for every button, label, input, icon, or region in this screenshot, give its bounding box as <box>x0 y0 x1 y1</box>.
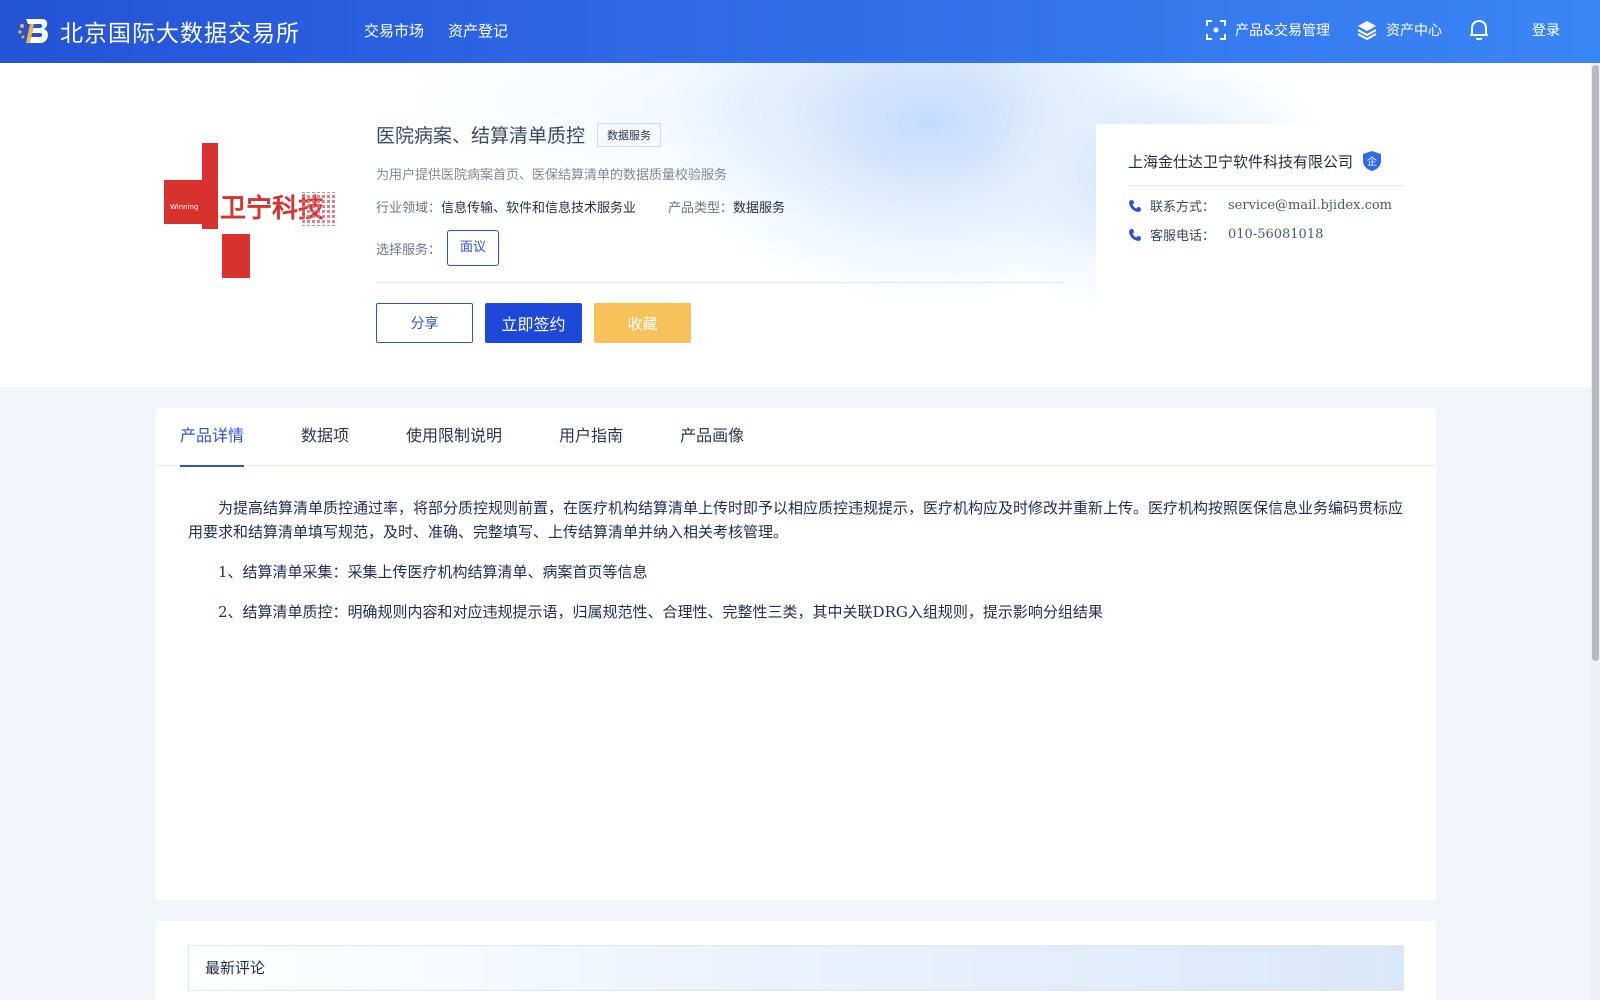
tab-data-items[interactable]: 数据项 <box>301 408 349 465</box>
product-type-label: 产品类型： <box>668 201 734 216</box>
login-link[interactable]: 登录 <box>1532 20 1560 40</box>
phone-icon <box>1129 228 1141 241</box>
bjidex-logo-icon <box>18 19 48 43</box>
enterprise-verified-icon: 企 <box>1363 151 1382 171</box>
contact-email-row: 联系方式： service@mail.bjidex.com <box>1128 196 1404 215</box>
tab-user-guide[interactable]: 用户指南 <box>559 408 623 465</box>
contact-email: service@mail.bjidex.com <box>1228 198 1393 213</box>
product-type-value: 数据服务 <box>733 201 786 216</box>
tab-product-profile[interactable]: 产品画像 <box>680 408 744 465</box>
sign-now-button[interactable]: 立即签约 <box>485 303 582 343</box>
nav-asset-center-label: 资产中心 <box>1386 23 1442 39</box>
product-info: 医院病案、结算清单质控 数据服务 为用户提供医院病案首页、医保结算清单的数据质量… <box>376 121 1065 343</box>
brand[interactable]: 北京国际大数据交易所 <box>16 13 300 49</box>
share-button[interactable]: 分享 <box>376 303 473 343</box>
nav-product-trade-management-label: 产品&交易管理 <box>1235 23 1330 39</box>
product-logo: Winning 卫宁科技 <box>164 143 336 278</box>
action-buttons: 分享 立即签约 收藏 <box>376 303 1064 343</box>
layers-icon <box>1357 21 1377 41</box>
enterprise-badge-text: 企 <box>1367 155 1377 168</box>
divider <box>376 282 1065 283</box>
list-item: 2、结算清单质控：明确规则内容和对应违规提示语，归属规范性、合理性、完整性三类，… <box>218 603 1103 621</box>
company-name-row: 上海金仕达卫宁软件科技有限公司 企 <box>1128 150 1404 186</box>
detail-paragraph: 为提高结算清单质控通过率，将部分质控规则前置，在医疗机构结算清单上传时即予以相应… <box>188 499 1404 541</box>
favorite-button[interactable]: 收藏 <box>594 303 691 343</box>
contact-phone-row: 客服电话： 010-56081018 <box>1128 225 1404 244</box>
top-nav-bar: 北京国际大数据交易所 交易市场 资产登记 产品&交易管理 资产中心 登录 <box>0 0 1600 63</box>
product-description: 为用户提供医院病案首页、医保结算清单的数据质量校验服务 <box>376 168 728 183</box>
service-select-row: 选择服务： 面议 <box>376 230 1064 266</box>
nav-product-trade-management[interactable]: 产品&交易管理 <box>1205 19 1330 41</box>
scan-focus-icon <box>1206 20 1227 40</box>
detail-content: 为提高结算清单质控通过率，将部分质控规则前置，在医疗机构结算清单上传时即予以相应… <box>156 466 1436 624</box>
product-detail-panel: 产品详情 数据项 使用限制说明 用户指南 产品画像 为提高结算清单质控通过率，将… <box>156 408 1436 900</box>
company-card: 上海金仕达卫宁软件科技有限公司 企 联系方式： service@mail.bji… <box>1096 124 1436 324</box>
nav-asset-center[interactable]: 资产中心 <box>1356 19 1442 41</box>
phone-label: 客服电话： <box>1150 229 1216 244</box>
nav-right: 产品&交易管理 资产中心 登录 <box>1179 18 1560 42</box>
service-option-negotiable[interactable]: 面议 <box>447 230 500 266</box>
bell-icon <box>1470 19 1488 41</box>
product-type-tag: 数据服务 <box>597 122 662 147</box>
industry-label: 行业领域： <box>376 201 442 216</box>
tab-product-details[interactable]: 产品详情 <box>180 408 245 467</box>
phone-icon <box>1129 199 1141 212</box>
list-item: 1、结算清单采集：采集上传医疗机构结算清单、病案首页等信息 <box>218 563 648 581</box>
page-scrollbar-thumb[interactable] <box>1592 65 1599 661</box>
industry-value: 信息传输、软件和信息技术服务业 <box>441 201 637 216</box>
product-meta: 行业领域： 信息传输、软件和信息技术服务业 产品类型： 数据服务 <box>376 197 1064 216</box>
service-label: 选择服务： <box>376 242 442 258</box>
product-title-row: 医院病案、结算清单质控 数据服务 <box>376 121 1064 148</box>
comments-title: 最新评论 <box>188 945 1404 991</box>
comments-section: 最新评论 <box>156 921 1436 1000</box>
contact-label: 联系方式： <box>1150 200 1216 215</box>
logo-small-text: Winning <box>170 203 198 211</box>
brand-name: 北京国际大数据交易所 <box>60 21 300 47</box>
nav-link-asset-registration[interactable]: 资产登记 <box>448 20 508 41</box>
phone-number: 010-56081018 <box>1228 227 1324 242</box>
notification-button[interactable] <box>1468 18 1498 42</box>
company-name[interactable]: 上海金仕达卫宁软件科技有限公司 <box>1128 151 1353 172</box>
tab-usage-restrictions[interactable]: 使用限制说明 <box>406 408 502 465</box>
nav-link-market[interactable]: 交易市场 <box>364 20 424 41</box>
detail-tabs: 产品详情 数据项 使用限制说明 用户指南 产品画像 <box>156 408 1436 467</box>
product-title: 医院病案、结算清单质控 <box>376 125 586 147</box>
main-nav: 交易市场 资产登记 <box>364 20 508 41</box>
